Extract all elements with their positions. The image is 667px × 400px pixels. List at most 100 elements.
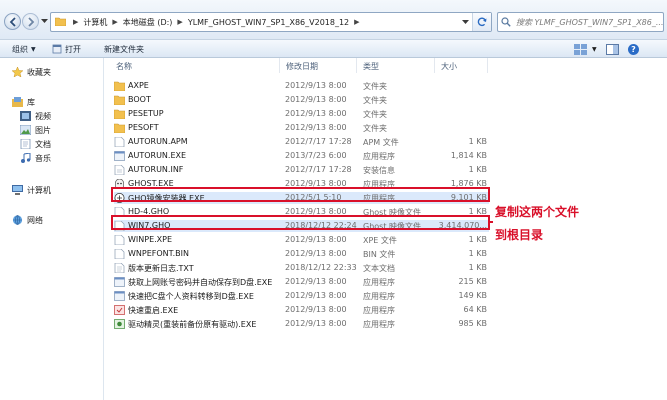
search-icon (501, 17, 511, 27)
video-icon (20, 111, 31, 121)
nav-videos[interactable]: 视频 (20, 110, 51, 122)
breadcrumb-local-disk-d[interactable]: 本地磁盘 (D:) (123, 17, 173, 28)
file-date: 2012/9/13 8:00 (285, 95, 347, 104)
arrow-left-icon (9, 17, 16, 27)
address-bar[interactable]: ▶ 计算机 ▶ 本地磁盘 (D:) ▶ YLMF_GHOST_WIN7_SP1_… (50, 12, 492, 32)
folder-icon (55, 17, 66, 26)
back-button[interactable] (4, 13, 21, 30)
file-row[interactable]: AUTORUN.INF 2012/7/17 17:28 安装信息 1 KB (114, 164, 489, 176)
breadcrumb-separator-icon[interactable]: ▶ (112, 18, 117, 26)
file-type: 文件夹 (363, 82, 387, 91)
file-name: 快速把C盘个人资料转移到D盘.EXE (128, 292, 254, 301)
breadcrumb-computer[interactable]: 计算机 (83, 17, 107, 28)
nav-computer[interactable]: 计算机 (12, 184, 51, 196)
nav-library[interactable]: 库 (12, 96, 35, 108)
file-type: XPE 文件 (363, 236, 397, 245)
search-input[interactable]: 搜索 YLMF_GHOST_WIN7_SP1_X86_... (497, 12, 664, 32)
breadcrumb-separator-icon[interactable]: ▶ (354, 18, 359, 26)
file-size: 985 KB (458, 319, 487, 328)
picture-icon (20, 125, 31, 135)
nav-music-label: 音乐 (35, 153, 51, 163)
file-row[interactable]: 驱动精灵(重装前备份原有驱动).EXE 2012/9/13 8:00 应用程序 … (114, 318, 489, 330)
file-date: 2012/9/13 8:00 (285, 109, 347, 118)
breadcrumb: ▶ 计算机 ▶ 本地磁盘 (D:) ▶ YLMF_GHOST_WIN7_SP1_… (68, 13, 365, 31)
nav-documents[interactable]: 文档 (20, 138, 51, 150)
nav-favorites[interactable]: 收藏夹 (12, 66, 51, 78)
history-dropdown-icon[interactable] (41, 18, 48, 24)
exe-icon (114, 291, 125, 301)
file-row[interactable]: AUTORUN.EXE 2013/7/23 6:00 应用程序 1,814 KB (114, 150, 489, 162)
folder-icon (114, 81, 125, 91)
file-type: 文件夹 (363, 96, 387, 105)
nav-music[interactable]: 音乐 (20, 152, 51, 164)
restart-icon (114, 305, 125, 315)
file-icon (114, 249, 125, 259)
search-placeholder: 搜索 YLMF_GHOST_WIN7_SP1_X86_... (516, 18, 664, 27)
column-header-name[interactable]: 名称 (110, 58, 280, 73)
organize-button[interactable]: 组织 ▼ (12, 42, 36, 56)
music-icon (21, 153, 31, 163)
highlight-connector (488, 221, 493, 223)
address-row: ▶ 计算机 ▶ 本地磁盘 (D:) ▶ YLMF_GHOST_WIN7_SP1_… (0, 0, 667, 40)
file-name: PESETUP (128, 109, 164, 118)
help-button[interactable]: ? (628, 43, 639, 55)
view-dropdown-icon[interactable]: ▼ (592, 43, 597, 55)
column-header-type[interactable]: 类型 (357, 58, 435, 73)
file-row[interactable]: AUTORUN.APM 2012/7/17 17:28 APM 文件 1 KB (114, 136, 489, 148)
file-date: 2018/12/12 22:33 (285, 263, 357, 272)
file-date: 2012/9/13 8:00 (285, 277, 347, 286)
computer-icon (12, 185, 23, 195)
highlight-box-win7-gho (111, 215, 490, 230)
file-row[interactable]: 快速把C盘个人资料转移到D盘.EXE 2012/9/13 8:00 应用程序 1… (114, 290, 489, 302)
file-row[interactable]: PESETUP 2012/9/13 8:00 文件夹 (114, 108, 489, 120)
file-row[interactable]: 版本更新日志.TXT 2018/12/12 22:33 文本文档 1 KB (114, 262, 489, 274)
new-folder-button[interactable]: 新建文件夹 (104, 42, 144, 56)
forward-button[interactable] (22, 13, 39, 30)
column-header-size[interactable]: 大小 (435, 58, 488, 73)
file-icon (114, 137, 125, 147)
file-type: 安装信息 (363, 166, 395, 175)
highlight-box-installer (111, 187, 490, 202)
nav-network-label: 网络 (27, 215, 43, 225)
column-header-date[interactable]: 修改日期 (280, 58, 357, 73)
txt-icon (114, 263, 125, 273)
exe-icon (114, 277, 125, 287)
file-row[interactable]: WNPEFONT.BIN 2012/9/13 8:00 BIN 文件 1 KB (114, 248, 489, 260)
open-icon (52, 44, 62, 54)
refresh-button[interactable] (472, 13, 491, 31)
file-row[interactable]: BOOT 2012/9/13 8:00 文件夹 (114, 94, 489, 106)
file-date: 2012/9/13 8:00 (285, 235, 347, 244)
file-name: WINPE.XPE (128, 235, 173, 244)
folder-icon (114, 95, 125, 105)
file-size: 1 KB (468, 249, 487, 258)
file-size: 1 KB (468, 263, 487, 272)
file-name: BOOT (128, 95, 151, 104)
open-button[interactable]: 打开 (52, 42, 81, 56)
inf-icon (114, 165, 125, 175)
nav-favorites-label: 收藏夹 (27, 67, 51, 77)
file-row[interactable]: 快速重启.EXE 2012/9/13 8:00 应用程序 64 KB (114, 304, 489, 316)
file-type: 文件夹 (363, 110, 387, 119)
annotation-line-1: 复制这两个文件 (495, 205, 580, 219)
file-row[interactable]: PESOFT 2012/9/13 8:00 文件夹 (114, 122, 489, 134)
file-type: 应用程序 (363, 292, 395, 301)
breadcrumb-separator-icon[interactable]: ▶ (177, 18, 182, 26)
file-type: 应用程序 (363, 306, 395, 315)
view-options-icon (574, 43, 587, 55)
file-row[interactable]: AXPE 2012/9/13 8:00 文件夹 (114, 80, 489, 92)
nav-network[interactable]: 网络 (12, 214, 43, 226)
exe-icon (114, 151, 125, 161)
nav-documents-label: 文档 (35, 139, 51, 149)
file-name: WNPEFONT.BIN (128, 249, 189, 258)
nav-pictures[interactable]: 图片 (20, 124, 51, 136)
file-row[interactable]: WINPE.XPE 2012/9/13 8:00 XPE 文件 1 KB (114, 234, 489, 246)
library-icon (12, 97, 23, 107)
breadcrumb-current-folder[interactable]: YLMF_GHOST_WIN7_SP1_X86_V2018_12 (188, 18, 349, 27)
change-view-button[interactable] (574, 43, 588, 55)
preview-pane-button[interactable] (606, 43, 619, 55)
file-name: AXPE (128, 81, 149, 90)
address-dropdown-icon[interactable] (462, 20, 469, 25)
navigation-pane: 收藏夹 库 视频 图片 文档 音乐 计算机 网络 (0, 58, 104, 400)
file-row[interactable]: 获取上网账号密码并自动保存到D盘.EXE 2012/9/13 8:00 应用程序… (114, 276, 489, 288)
file-type: 应用程序 (363, 152, 395, 161)
